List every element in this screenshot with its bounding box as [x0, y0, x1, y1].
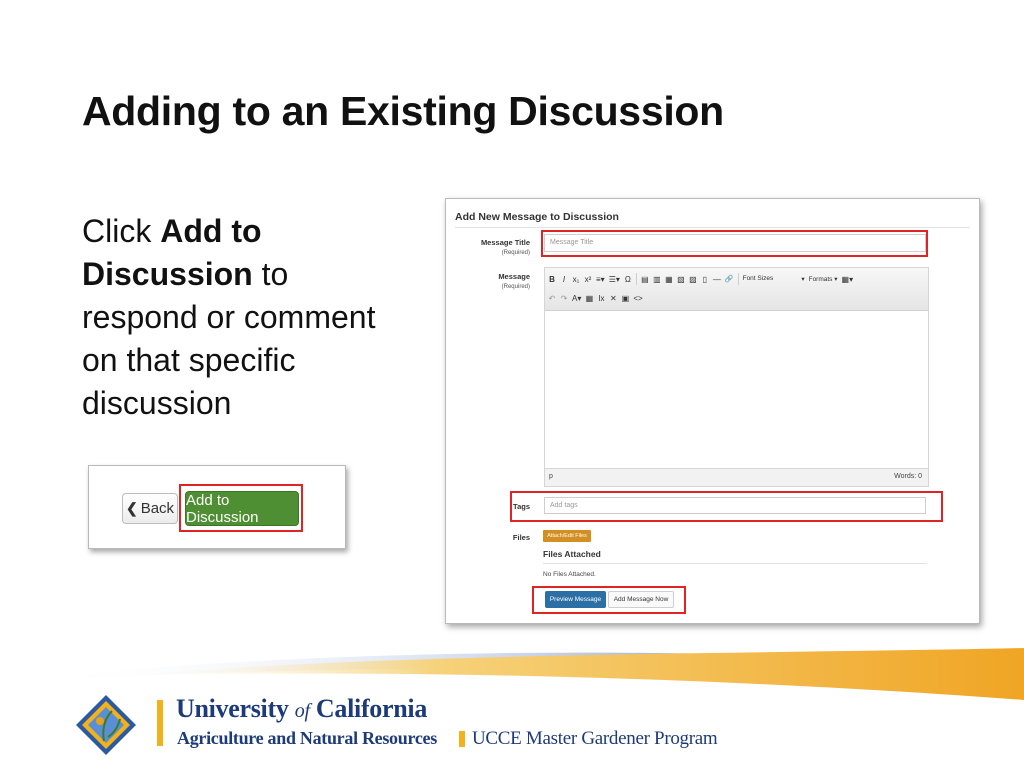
uc-name-part: California	[315, 694, 428, 723]
new-message-form-screenshot: Add New Message to Discussion Message Ti…	[445, 198, 980, 624]
message-label: Message (Required)	[450, 272, 530, 292]
toolbar-row-2: ↶ ↷ A▾ ▦ Ix ✕ ▣ <>	[548, 290, 643, 306]
required-note: (Required)	[501, 250, 530, 256]
toolbar-divider	[635, 273, 637, 285]
editor-statusbar: p Words: 0	[545, 468, 928, 486]
program-name: UCCE Master Gardener Program	[472, 728, 718, 749]
numbered-list-button[interactable]: ≡▾	[596, 275, 605, 284]
add-to-discussion-screenshot: ❮ Back Add to Discussion	[88, 465, 346, 549]
footer-swoosh	[40, 648, 1024, 700]
table-button[interactable]: ▦▾	[842, 275, 854, 284]
required-note: (Required)	[501, 284, 530, 290]
formats-select[interactable]: Formats ▾	[809, 275, 838, 283]
program-brand-bar	[459, 731, 465, 747]
align-center-button[interactable]: ▥	[653, 275, 661, 284]
form-heading: Add New Message to Discussion	[455, 211, 619, 223]
files-attached-heading: Files Attached	[543, 549, 601, 559]
link-icon[interactable]: 🔗	[725, 275, 734, 283]
anr-logo-icon	[76, 695, 136, 755]
highlight-box	[532, 586, 686, 614]
align-justify-button[interactable]: ▧	[677, 275, 685, 284]
highlight-box	[541, 230, 928, 257]
instruction-prefix: Click	[82, 213, 161, 249]
image-button[interactable]: ▣	[621, 294, 630, 303]
slide-title: Adding to an Existing Discussion	[82, 88, 724, 134]
font-sizes-select[interactable]: Font Sizes ▾	[743, 275, 805, 283]
editor-toolbar: B I x₁ x² ≡▾ ☰▾ Ω ▤ ▥ ▦ ▧ ▨ ▯ — 🔗 Font S…	[545, 268, 928, 311]
message-editor[interactable]: B I x₁ x² ≡▾ ☰▾ Ω ▤ ▥ ▦ ▧ ▨ ▯ — 🔗 Font S…	[544, 267, 929, 487]
special-char-button[interactable]: Ω	[624, 275, 632, 284]
code-button[interactable]: <>	[633, 294, 642, 303]
italic-button[interactable]: I	[560, 275, 568, 284]
uc-name-part: University	[176, 694, 289, 723]
attach-files-button[interactable]: Attach/Edit Files	[543, 530, 591, 542]
uc-brand-bar	[157, 700, 163, 746]
clear-format-button[interactable]: Ix	[597, 294, 605, 303]
align-left-button[interactable]: ▤	[641, 275, 649, 284]
fullscreen-button[interactable]: ✕	[609, 294, 617, 303]
chevron-down-icon: ▾	[801, 276, 805, 283]
superscript-button[interactable]: x²	[584, 275, 592, 284]
redo-button[interactable]: ↷	[560, 294, 568, 303]
text-color-button[interactable]: A▾	[572, 294, 581, 303]
no-files-text: No Files Attached.	[543, 571, 596, 578]
uc-name-of: of	[294, 700, 310, 722]
element-path: p	[549, 473, 553, 480]
chevron-down-icon: ▾	[834, 276, 838, 283]
indent-button[interactable]: ▨	[689, 275, 697, 284]
bullet-list-button[interactable]: ☰▾	[609, 275, 620, 284]
word-count: Words: 0	[894, 473, 922, 480]
align-right-button[interactable]: ▦	[665, 275, 673, 284]
find-button[interactable]: ▦	[585, 294, 594, 303]
bold-button[interactable]: B	[548, 275, 556, 284]
message-title-label-text: Message Title	[480, 238, 530, 247]
horizontal-rule-button[interactable]: —	[713, 275, 721, 284]
message-title-label: Message Title (Required)	[450, 238, 530, 258]
highlight-box	[179, 484, 303, 532]
divider	[543, 563, 927, 564]
uc-name: University of California	[176, 694, 427, 724]
font-sizes-label: Font Sizes	[742, 275, 774, 282]
uc-subtitle: Agriculture and Natural Resources	[177, 728, 437, 748]
undo-button[interactable]: ↶	[548, 294, 556, 303]
message-label-text: Message	[498, 272, 530, 281]
back-label: Back	[140, 500, 175, 517]
bookmark-button[interactable]: ▯	[701, 275, 709, 284]
subscript-button[interactable]: x₁	[572, 275, 580, 284]
toolbar-divider	[737, 273, 739, 285]
chevron-left-icon: ❮	[125, 500, 138, 516]
toolbar-row-1: B I x₁ x² ≡▾ ☰▾ Ω ▤ ▥ ▦ ▧ ▨ ▯ — 🔗 Font S…	[548, 271, 853, 287]
divider	[455, 227, 970, 228]
formats-label: Formats	[808, 276, 833, 283]
back-button[interactable]: ❮ Back	[122, 493, 178, 524]
instruction-text: Click Add to Discussion to respond or co…	[82, 210, 402, 425]
highlight-box	[510, 491, 943, 522]
files-label: Files	[512, 533, 530, 542]
